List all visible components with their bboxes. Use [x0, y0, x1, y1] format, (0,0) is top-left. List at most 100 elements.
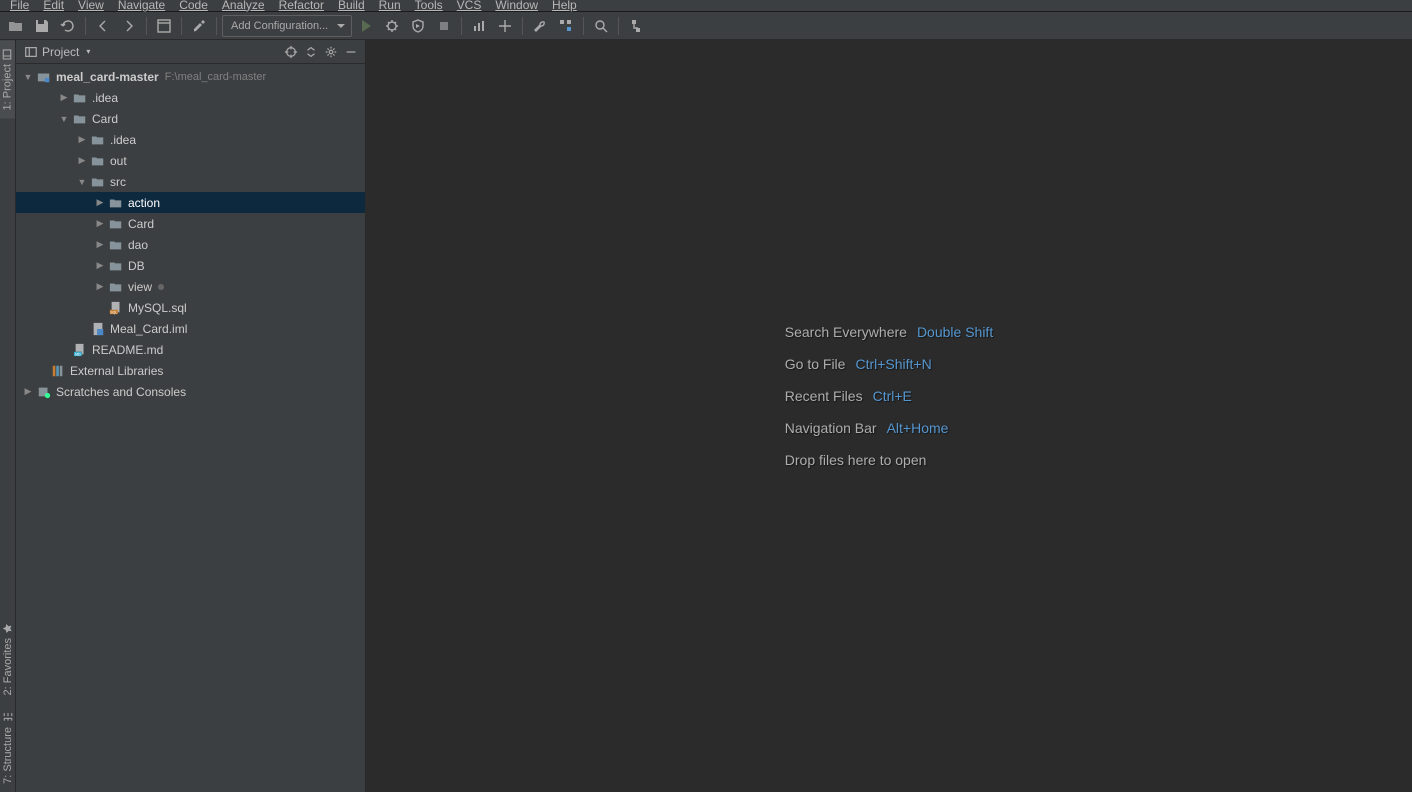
attach-icon [497, 18, 513, 34]
wrench-icon [532, 18, 548, 34]
folder-icon [108, 195, 124, 211]
menu-view[interactable]: View [72, 0, 110, 12]
scratch-icon [36, 384, 52, 400]
toolwindow-tab-label: 1: Project [2, 64, 14, 110]
tree-node-label: .idea [110, 133, 136, 147]
build-button[interactable] [187, 15, 211, 37]
tree-row[interactable]: Meal_Card.iml [16, 318, 365, 339]
stop-button[interactable] [432, 15, 456, 37]
search-button[interactable] [589, 15, 613, 37]
menu-bar: File Edit View Navigate Code Analyze Ref… [0, 0, 1412, 12]
vcs-update-button[interactable] [624, 15, 648, 37]
tree-row[interactable]: ▶view [16, 276, 365, 297]
folder-icon [90, 132, 106, 148]
toolwindow-tab-favorites[interactable]: 2: Favorites [0, 614, 16, 703]
chevron-right-icon: ▶ [20, 386, 36, 397]
chevron-down-icon: ▼ [74, 177, 90, 187]
hint-search-everywhere: Search Everywhere Double Shift [785, 324, 993, 340]
refresh-button[interactable] [56, 15, 80, 37]
menu-navigate[interactable]: Navigate [112, 0, 171, 12]
menu-run[interactable]: Run [373, 0, 407, 12]
tree-row[interactable]: ▼Card [16, 108, 365, 129]
tree-row[interactable]: SQL MySQL.sql [16, 297, 365, 318]
tree-root[interactable]: ▼ meal_card-master F:\meal_card-master [16, 66, 365, 87]
tool-settings-button[interactable] [321, 42, 341, 62]
iml-icon [90, 321, 106, 337]
tree-row[interactable]: ▶dao [16, 234, 365, 255]
separator [583, 17, 584, 35]
tree-row[interactable]: ▼src [16, 171, 365, 192]
editor-empty-area[interactable]: Search Everywhere Double Shift Go to Fil… [366, 40, 1412, 792]
tree-row[interactable]: ▶ action [16, 192, 365, 213]
chevron-right-icon: ▶ [92, 197, 108, 208]
tree-external-libraries[interactable]: External Libraries [16, 360, 365, 381]
project-view-switcher[interactable]: Project ▾ [24, 45, 90, 59]
select-opened-file-button[interactable] [281, 42, 301, 62]
coverage-button[interactable] [406, 15, 430, 37]
toolwindow-tab-project[interactable]: 1: Project [0, 40, 15, 118]
tree-row[interactable]: ▶.idea [16, 129, 365, 150]
refresh-icon [60, 18, 76, 34]
tree-node-label: dao [128, 238, 148, 252]
svg-text:SQL: SQL [110, 310, 117, 314]
minimize-icon [344, 45, 358, 59]
separator [216, 17, 217, 35]
tree-row[interactable]: ▶.idea [16, 87, 365, 108]
menu-file[interactable]: File [4, 0, 35, 12]
tree-scratches[interactable]: ▶ Scratches and Consoles [16, 381, 365, 402]
expand-all-button[interactable] [301, 42, 321, 62]
open-button[interactable] [4, 15, 28, 37]
tree-row[interactable]: ▶out [16, 150, 365, 171]
debug-button[interactable] [380, 15, 404, 37]
md-icon: MD [72, 342, 88, 358]
menu-tools[interactable]: Tools [409, 0, 449, 12]
expand-icon [304, 45, 318, 59]
forward-button[interactable] [117, 15, 141, 37]
menu-build[interactable]: Build [332, 0, 371, 12]
settings-button[interactable] [528, 15, 552, 37]
hint-go-to-file: Go to File Ctrl+Shift+N [785, 356, 993, 372]
save-icon [34, 18, 50, 34]
profiler-button[interactable] [467, 15, 491, 37]
crosshair-icon [284, 45, 298, 59]
tree-node-label: Card [92, 112, 118, 126]
vcs-icon [628, 18, 644, 34]
back-button[interactable] [91, 15, 115, 37]
tree-row[interactable]: ▶DB [16, 255, 365, 276]
separator [85, 17, 86, 35]
toolwindow-tab-structure[interactable]: 7: Structure [0, 703, 16, 792]
tree-node-label: README.md [92, 343, 163, 357]
menu-help[interactable]: Help [546, 0, 583, 12]
attach-button[interactable] [493, 15, 517, 37]
toolwindow-tab-label: 7: Structure [2, 727, 14, 784]
project-structure-button[interactable] [554, 15, 578, 37]
tree-row[interactable]: ▶Card [16, 213, 365, 234]
svg-text:MD: MD [75, 352, 81, 356]
bug-icon [384, 18, 400, 34]
menu-vcs[interactable]: VCS [451, 0, 488, 12]
folder-icon [108, 237, 124, 253]
menu-refactor[interactable]: Refactor [273, 0, 330, 12]
folder-icon [90, 153, 106, 169]
hide-tool-button[interactable] [341, 42, 361, 62]
layout-button[interactable] [152, 15, 176, 37]
folder-open-icon [8, 18, 24, 34]
menu-analyze[interactable]: Analyze [216, 0, 271, 12]
run-config-dropdown[interactable]: Add Configuration... [222, 15, 352, 37]
tree-row[interactable]: MD README.md [16, 339, 365, 360]
module-icon [36, 69, 52, 85]
tree-node-label: Card [128, 217, 154, 231]
folder-icon [108, 216, 124, 232]
separator [618, 17, 619, 35]
save-button[interactable] [30, 15, 54, 37]
tree-node-label: action [128, 196, 160, 210]
run-button[interactable] [354, 15, 378, 37]
arrow-left-icon [95, 18, 111, 34]
arrow-right-icon [121, 18, 137, 34]
menu-edit[interactable]: Edit [37, 0, 70, 12]
star-icon [2, 622, 14, 634]
menu-window[interactable]: Window [489, 0, 544, 12]
menu-code[interactable]: Code [173, 0, 214, 12]
tree-node-label: MySQL.sql [128, 301, 187, 315]
tree-node-label: Meal_Card.iml [110, 322, 187, 336]
